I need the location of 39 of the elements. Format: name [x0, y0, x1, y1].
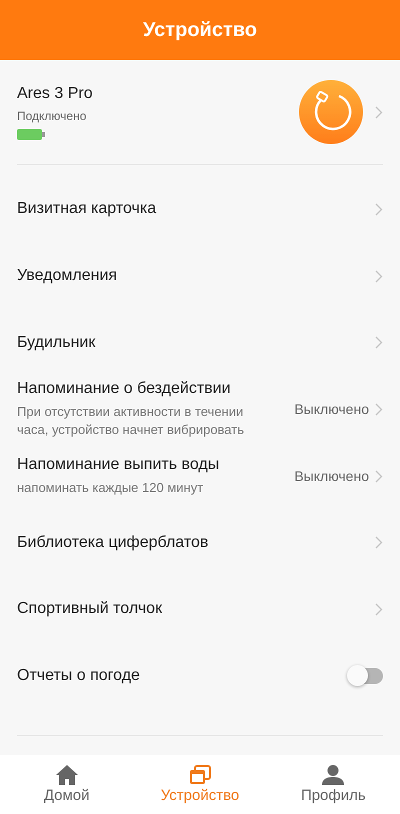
person-icon — [322, 765, 344, 785]
settings-row[interactable]: Уведомления — [0, 242, 400, 310]
setting-label: Напоминание выпить воды — [17, 456, 220, 474]
setting-label: Уведомления — [17, 267, 118, 286]
chevron-icon — [375, 336, 383, 350]
chevron-icon — [375, 402, 383, 416]
tab[interactable]: Домой — [0, 755, 134, 814]
setting-value: Выключено — [294, 401, 369, 418]
settings-row[interactable]: Спортивный толчок — [0, 576, 400, 643]
windows-icon — [188, 765, 211, 785]
chevron-icon — [375, 106, 383, 118]
tab[interactable]: Профиль — [266, 755, 400, 814]
settings-row[interactable]: Отчеты о погоде — [0, 642, 400, 710]
settings-row[interactable]: Напоминание о бездействии При отсутствии активности в течении часа, устройство начнет вибрировать Выключено — [0, 376, 400, 443]
home-icon — [56, 765, 78, 785]
settings-row[interactable]: Напоминание выпить воды напоминать каждые 120 минут Выключено — [0, 442, 400, 510]
setting-label: Спортивный толчок — [17, 600, 164, 618]
settings-row[interactable]: Будильник — [0, 309, 400, 376]
battery-icon — [17, 128, 45, 140]
setting-label: Напоминание о бездействии — [17, 380, 232, 398]
chevron-icon — [375, 602, 383, 616]
toggle-switch[interactable] — [349, 668, 383, 684]
setting-label: Отчеты о погоде — [17, 667, 141, 686]
setting-label: Библиотека циферблатов — [17, 534, 210, 552]
setting-label: Визитная карточка — [17, 200, 158, 218]
chevron-icon — [375, 202, 383, 216]
setting-label: Будильник — [17, 334, 96, 352]
settings-row[interactable]: Визитная карточка — [0, 176, 400, 243]
settings-row[interactable]: Библиотека циферблатов — [0, 509, 400, 576]
chevron-icon — [375, 270, 383, 283]
chevron-icon — [375, 536, 383, 550]
watch-avatar-icon — [299, 80, 363, 144]
page-title: Устройство — [143, 18, 257, 42]
setting-value: Выключено — [294, 468, 369, 484]
chevron-icon — [375, 470, 383, 483]
device-name: Ares 3 Pro — [17, 84, 93, 102]
connection-status: Подключено — [17, 108, 86, 122]
setting-description: напоминать каждые 120 минут — [17, 478, 204, 497]
setting-description: При отсутствии активности в течении часа, устройство начнет вибрировать — [17, 402, 245, 439]
